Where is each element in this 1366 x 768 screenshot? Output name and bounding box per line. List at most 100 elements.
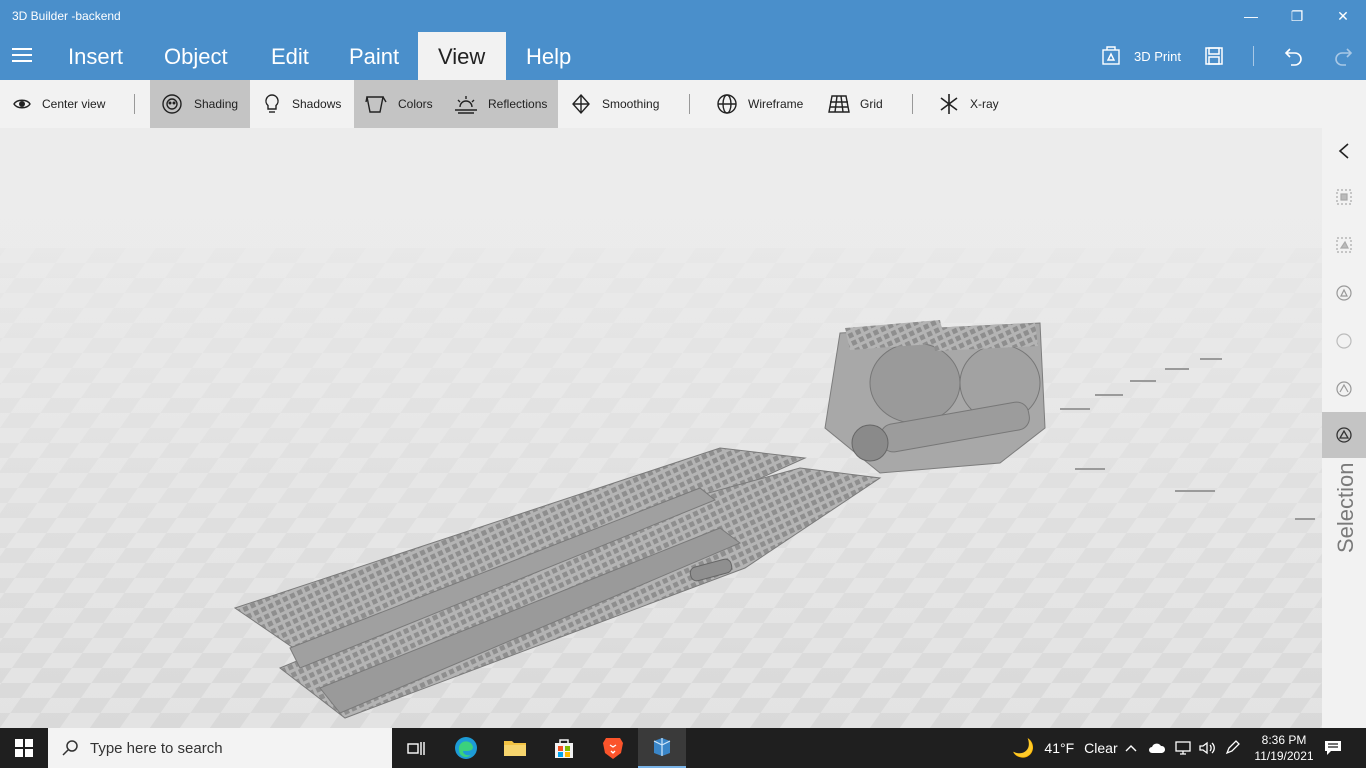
menu-paint[interactable]: Paint	[329, 32, 419, 80]
brave-browser-button[interactable]	[589, 728, 637, 768]
hamburger-menu-icon[interactable]	[12, 48, 32, 64]
onedrive-cloud-icon[interactable]	[1148, 742, 1166, 754]
select-multiple-icon	[1336, 237, 1352, 253]
shading-label: Shading	[194, 97, 239, 111]
title-bar: 3D Builder -backend — ❐ ✕	[0, 0, 1366, 32]
view-toolbar: Center view Shading Shadows Colors Refle…	[0, 80, 1366, 128]
undo-icon	[1284, 48, 1302, 66]
menu-view[interactable]: View	[418, 32, 506, 80]
windows-logo-icon	[15, 739, 33, 757]
ruler-marks	[1060, 358, 1315, 520]
colors-label: Colors	[398, 97, 433, 111]
edge-browser-button[interactable]	[442, 728, 490, 768]
start-button[interactable]	[0, 728, 48, 768]
redo-icon	[1335, 48, 1353, 66]
smoothing-toggle[interactable]: Smoothing	[570, 80, 674, 128]
select-face-icon	[1336, 285, 1352, 301]
asterisk-icon	[940, 94, 958, 114]
select-vertex-icon	[1336, 427, 1352, 443]
menu-insert[interactable]: Insert	[48, 32, 143, 80]
diamond-icon	[572, 93, 590, 115]
shading-face-icon	[162, 94, 182, 114]
3d-builder-icon	[653, 738, 671, 756]
chevron-left-icon	[1338, 143, 1349, 159]
center-view-button[interactable]: Center view	[12, 80, 130, 128]
folder-icon	[504, 741, 526, 756]
menu-help[interactable]: Help	[506, 32, 591, 80]
reflections-toggle[interactable]: Reflections	[444, 80, 558, 128]
action-center-button[interactable]	[1310, 728, 1356, 768]
window-title: 3D Builder -backend	[12, 9, 121, 23]
weather-widget[interactable]: 🌙 41°F Clear	[1012, 728, 1118, 768]
brave-lion-icon	[603, 738, 623, 759]
xray-label: X-ray	[970, 97, 999, 111]
shading-toggle[interactable]: Shading	[150, 80, 250, 128]
restore-button[interactable]: ❐	[1274, 0, 1320, 32]
system-tray	[1124, 728, 1240, 768]
volume-icon[interactable]	[1198, 740, 1216, 756]
chevron-up-icon[interactable]	[1124, 743, 1138, 753]
search-icon	[62, 740, 78, 756]
select-tool-1[interactable]	[1322, 174, 1366, 220]
selection-label: Selection	[1333, 462, 1358, 553]
select-tool-2[interactable]	[1322, 222, 1366, 268]
3d-builder-taskbar-button[interactable]	[638, 728, 686, 768]
wireframe-label: Wireframe	[748, 97, 804, 111]
select-edge-icon	[1336, 381, 1352, 397]
search-placeholder: Type here to search	[90, 739, 223, 757]
smoothing-label: Smoothing	[602, 97, 660, 111]
windows-taskbar: Type here to search 🌙 41°F Clear 8:36 PM…	[0, 728, 1366, 768]
menu-edit[interactable]: Edit	[251, 32, 329, 80]
moon-icon: 🌙	[1012, 737, 1035, 758]
wireframe-toggle[interactable]: Wireframe	[716, 80, 816, 128]
model-ramps	[233, 447, 882, 719]
select-tool-3[interactable]	[1322, 270, 1366, 316]
toolbar-separator	[134, 94, 135, 114]
shadows-label: Shadows	[292, 97, 342, 111]
pen-icon[interactable]	[1224, 740, 1240, 756]
select-circle-icon	[1336, 333, 1352, 349]
select-object-icon	[1336, 189, 1352, 205]
select-tool-4[interactable]	[1322, 318, 1366, 364]
toolbar-separator	[912, 94, 913, 114]
undo-button[interactable]	[1284, 32, 1304, 80]
toolbar-separator	[689, 94, 690, 114]
save-icon	[1205, 47, 1223, 65]
grid-label: Grid	[860, 97, 883, 111]
grid-icon	[828, 95, 850, 113]
eye-icon	[13, 99, 31, 109]
menu-separator	[1253, 46, 1254, 66]
select-tool-6-active[interactable]	[1322, 412, 1366, 458]
center-view-label: Center view	[42, 97, 106, 111]
notification-icon	[1325, 741, 1341, 755]
3d-print-button[interactable]: 3D Print	[1100, 32, 1181, 80]
redo-button[interactable]	[1333, 32, 1353, 80]
collapse-panel-button[interactable]	[1322, 128, 1366, 174]
sunset-icon	[455, 96, 477, 114]
grid-toggle[interactable]: Grid	[828, 80, 898, 128]
weather-temp: 41°F	[1044, 740, 1075, 756]
menu-object[interactable]: Object	[144, 32, 248, 80]
3d-model[interactable]	[0, 128, 1322, 728]
task-view-button[interactable]	[392, 728, 440, 768]
network-icon[interactable]	[1174, 740, 1192, 756]
lightbulb-icon	[265, 94, 279, 113]
store-bag-icon	[555, 739, 573, 758]
reflections-label: Reflections	[488, 97, 548, 111]
select-tool-5[interactable]	[1322, 366, 1366, 412]
close-button[interactable]: ✕	[1320, 0, 1366, 32]
xray-toggle[interactable]: X-ray	[938, 80, 1008, 128]
colors-toggle[interactable]: Colors	[354, 80, 444, 128]
save-button[interactable]	[1204, 32, 1224, 80]
minimize-button[interactable]: —	[1228, 0, 1274, 32]
selection-label-container: Selection	[1322, 458, 1366, 558]
globe-icon	[717, 94, 737, 114]
taskbar-search-box[interactable]: Type here to search	[48, 728, 392, 768]
microsoft-store-button[interactable]	[540, 728, 588, 768]
weather-desc: Clear	[1084, 740, 1118, 756]
shadows-toggle[interactable]: Shadows	[250, 80, 354, 128]
file-explorer-button[interactable]	[491, 728, 539, 768]
task-view-icon	[407, 742, 425, 755]
3d-viewport[interactable]	[0, 128, 1322, 728]
paint-bucket-icon	[365, 96, 387, 113]
